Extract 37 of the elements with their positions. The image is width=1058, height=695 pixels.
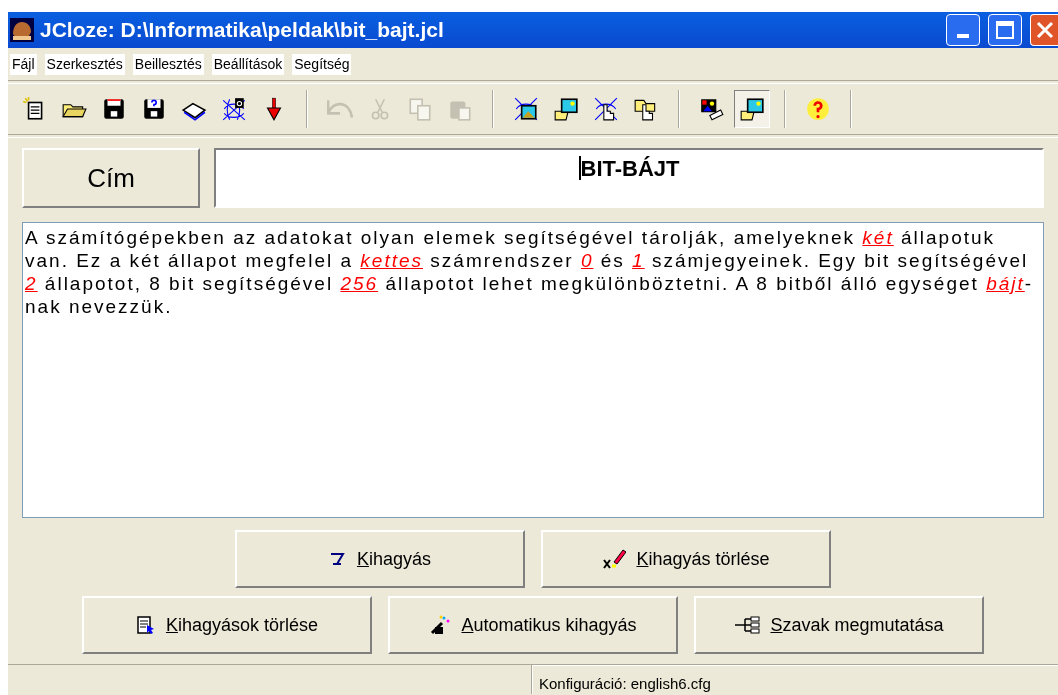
- folder-picture-icon: [553, 96, 579, 122]
- action-button[interactable]: Automatikus kihagyás: [388, 596, 678, 654]
- toolbar-button[interactable]: [734, 90, 770, 128]
- title-field[interactable]: BIT-BÁJT: [214, 148, 1044, 208]
- action-button[interactable]: Kihagyás: [235, 530, 525, 588]
- action-button[interactable]: Kihagyás törlése: [541, 530, 831, 588]
- minimize-button[interactable]: [946, 14, 980, 46]
- menu-item[interactable]: Fájl: [10, 53, 37, 75]
- minimize-icon: [957, 34, 969, 38]
- menu-item[interactable]: Beállítások: [211, 53, 285, 75]
- eraser-icon: [602, 548, 627, 570]
- action-button[interactable]: Kihagyások törlése: [82, 596, 372, 654]
- copy-icon: [407, 96, 433, 122]
- cloze-text: A számítógépekben az adatokat olyan elemek segítségével tárolják, amelyeknek két állapotuk van. Ez a két állapot megfelel a kettes számrendszer 0 és 1 számjegyeinek. Egy bit segítségével 2 állapotot, 8 bit segítségével 256 állapotot lehet megkülönböztetni. A 8 bitből álló egységet bájt-nak nevezzük.: [25, 226, 1035, 318]
- window-title: JCloze: D:\Informatika\peldak\bit_bajt.jcl: [40, 17, 444, 44]
- web-picture-icon: [513, 96, 539, 122]
- menu-item[interactable]: Beillesztés: [132, 53, 204, 75]
- web-hand-icon: [593, 96, 619, 122]
- action-button[interactable]: Szavak megmutatása: [694, 596, 984, 654]
- document-cursor-icon: [135, 615, 156, 635]
- close-icon: [1035, 21, 1054, 39]
- folder-picture-icon: [739, 96, 765, 122]
- menu-item[interactable]: Segítség: [292, 53, 352, 75]
- gap-icon: [328, 551, 347, 567]
- maximize-icon: [996, 21, 1014, 39]
- web-grid-icon: [221, 96, 247, 122]
- close-button[interactable]: [1030, 14, 1058, 46]
- floppy-question-icon: [141, 96, 167, 122]
- status-text: Konfiguráció: english6.cfg: [539, 675, 711, 692]
- title-label: Cím: [22, 148, 200, 208]
- hand-app-icon: [10, 18, 34, 42]
- maximize-button[interactable]: [988, 14, 1022, 46]
- help-icon: [805, 96, 831, 122]
- picture-tag-icon: [699, 96, 725, 122]
- tree-branch-icon: [734, 616, 761, 634]
- magic-wand-icon: [429, 615, 452, 635]
- menu-item[interactable]: Szerkesztés: [44, 53, 125, 75]
